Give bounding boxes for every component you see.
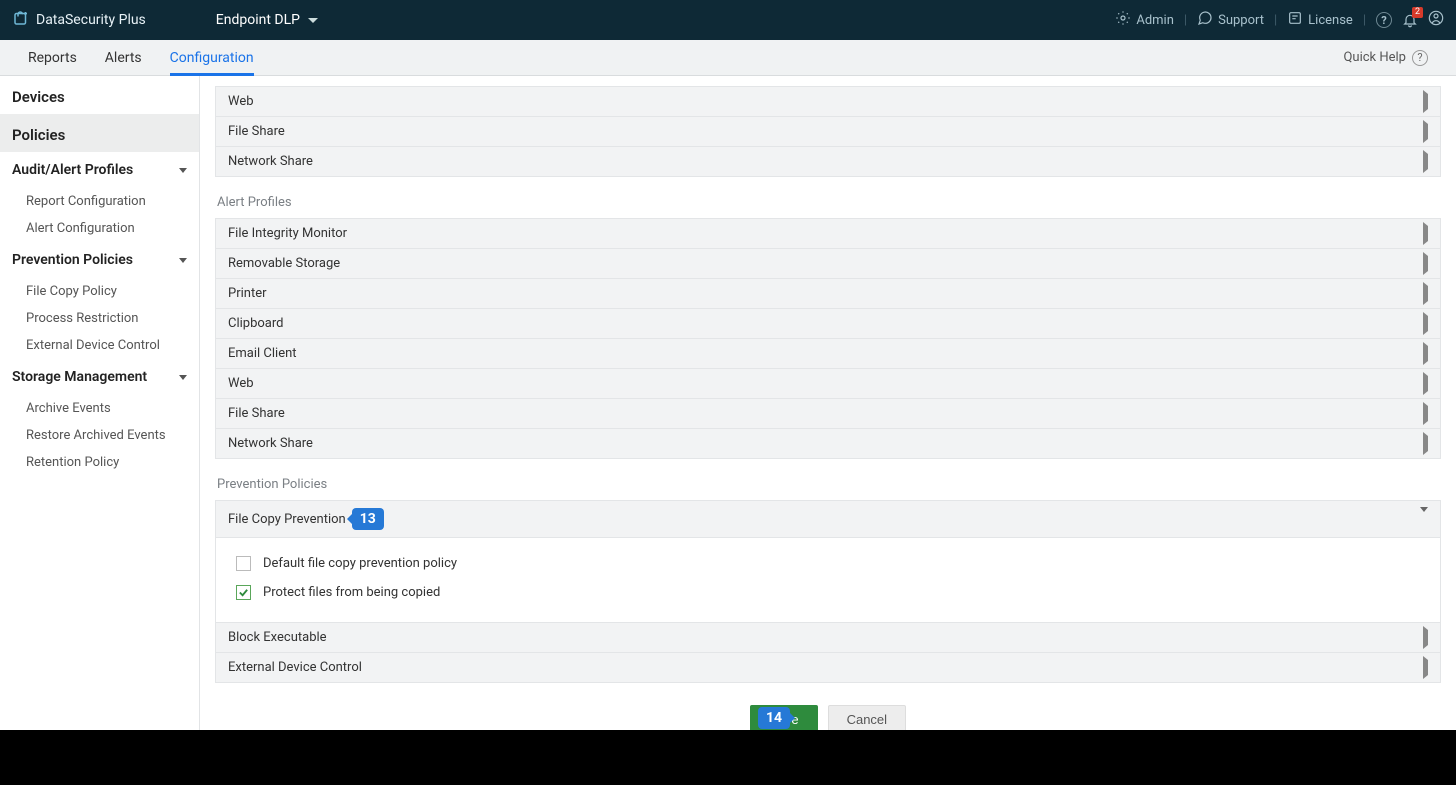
footer-strip [0, 730, 1456, 785]
checkbox-default-policy[interactable] [236, 556, 251, 571]
cancel-button[interactable]: Cancel [828, 705, 906, 730]
chevron-right-icon [1423, 316, 1428, 331]
separator: | [1274, 13, 1277, 28]
callout-14: 14 [758, 707, 790, 729]
chevron-right-icon [1423, 154, 1428, 169]
support-label: Support [1218, 13, 1264, 28]
separator: | [1184, 13, 1187, 28]
sidebar-item-devices[interactable]: Devices [0, 76, 199, 114]
sidebar-item-retention-policy[interactable]: Retention Policy [0, 449, 199, 476]
chevron-down-icon [179, 258, 187, 263]
acc-row-file-integrity[interactable]: File Integrity Monitor [215, 218, 1441, 249]
separator: | [1363, 13, 1366, 28]
acc-row-clipboard[interactable]: Clipboard [215, 309, 1441, 339]
acc-row-web2[interactable]: Web [215, 369, 1441, 399]
license-icon [1287, 10, 1303, 30]
sidebar-item-policies[interactable]: Policies [0, 114, 199, 152]
topbar-right: Admin | Support | License | ? 2 [1115, 10, 1444, 30]
sidebar-item-process-restriction[interactable]: Process Restriction [0, 305, 199, 332]
sidebar: Devices Policies Audit/Alert Profiles Re… [0, 76, 200, 730]
quick-help-link[interactable]: Quick Help ? [1343, 50, 1428, 66]
chevron-down-icon [308, 18, 318, 23]
module-current: Endpoint DLP [216, 12, 300, 28]
checkbox-label: Default file copy prevention policy [263, 556, 457, 571]
file-copy-prevention-body: Default file copy prevention policy Prot… [215, 538, 1441, 623]
checkbox-label: Protect files from being copied [263, 585, 440, 600]
chevron-right-icon [1423, 124, 1428, 139]
chevron-right-icon [1423, 376, 1428, 391]
acc-row-block-executable[interactable]: Block Executable [215, 623, 1441, 653]
sidebar-item-restore-archived[interactable]: Restore Archived Events [0, 422, 199, 449]
acc-group-upper: Web File Share Network Share [215, 86, 1441, 177]
tab-alerts[interactable]: Alerts [105, 40, 142, 76]
license-label: License [1308, 13, 1353, 28]
chevron-right-icon [1423, 346, 1428, 361]
chevron-down-icon [179, 375, 187, 380]
acc-row-removable-storage[interactable]: Removable Storage [215, 249, 1441, 279]
chevron-right-icon [1423, 436, 1428, 451]
brand: DataSecurity Plus [12, 9, 146, 31]
action-bar: 14 Save Cancel [215, 705, 1441, 730]
sidebar-item-alert-configuration[interactable]: Alert Configuration [0, 215, 199, 242]
section-title-prevention-policies: Prevention Policies [217, 477, 1441, 492]
checkbox-protect-files[interactable] [236, 585, 251, 600]
acc-row-file-copy-prevention[interactable]: File Copy Prevention 13 [215, 500, 1441, 538]
help-icon: ? [1412, 50, 1428, 66]
acc-row-printer[interactable]: Printer [215, 279, 1441, 309]
help-icon[interactable]: ? [1376, 12, 1392, 28]
sub-tab-bar: Reports Alerts Configuration Quick Help … [0, 40, 1456, 76]
acc-row-file-share2[interactable]: File Share [215, 399, 1441, 429]
admin-icon [1115, 10, 1131, 30]
callout-13: 13 [352, 508, 384, 530]
main-layout: Devices Policies Audit/Alert Profiles Re… [0, 76, 1456, 730]
module-selector[interactable]: Endpoint DLP [216, 12, 318, 28]
acc-row-web[interactable]: Web [215, 86, 1441, 117]
sidebar-group-prevention[interactable]: Prevention Policies [0, 242, 199, 278]
brand-name: DataSecurity Plus [36, 12, 146, 28]
checkbox-row-default-policy: Default file copy prevention policy [236, 556, 1420, 571]
chevron-right-icon [1423, 286, 1428, 301]
sidebar-item-archive-events[interactable]: Archive Events [0, 395, 199, 422]
content-area: Web File Share Network Share Alert Profi… [200, 76, 1456, 730]
chevron-right-icon [1423, 406, 1428, 421]
brand-logo-icon [12, 9, 30, 31]
acc-row-external-device-control[interactable]: External Device Control [215, 653, 1441, 683]
top-bar: DataSecurity Plus Endpoint DLP Admin | S… [0, 0, 1456, 40]
support-link[interactable]: Support [1197, 10, 1264, 30]
user-avatar-icon[interactable] [1428, 10, 1444, 30]
section-title-alert-profiles: Alert Profiles [217, 195, 1441, 210]
admin-link[interactable]: Admin [1115, 10, 1174, 30]
chevron-right-icon [1423, 226, 1428, 241]
acc-row-file-share[interactable]: File Share [215, 117, 1441, 147]
quick-help-label: Quick Help [1343, 50, 1406, 65]
acc-group-prevention-policies: File Copy Prevention 13 Default file cop… [215, 500, 1441, 683]
admin-label: Admin [1136, 13, 1174, 28]
tab-configuration[interactable]: Configuration [170, 40, 254, 76]
sidebar-item-report-configuration[interactable]: Report Configuration [0, 188, 199, 215]
notification-bell[interactable]: 2 [1402, 12, 1418, 28]
tab-reports[interactable]: Reports [28, 40, 77, 76]
sidebar-item-external-device-control[interactable]: External Device Control [0, 332, 199, 359]
chevron-down-icon [179, 168, 187, 173]
checkbox-row-protect-files: Protect files from being copied [236, 585, 1420, 600]
sidebar-item-file-copy-policy[interactable]: File Copy Policy [0, 278, 199, 305]
acc-row-network-share2[interactable]: Network Share [215, 429, 1441, 459]
license-link[interactable]: License [1287, 10, 1353, 30]
chevron-right-icon [1423, 660, 1428, 675]
chevron-right-icon [1423, 94, 1428, 109]
acc-row-network-share[interactable]: Network Share [215, 147, 1441, 177]
chevron-down-icon [1420, 512, 1428, 527]
sidebar-group-audit-alert[interactable]: Audit/Alert Profiles [0, 152, 199, 188]
acc-group-alert-profiles: File Integrity Monitor Removable Storage… [215, 218, 1441, 459]
acc-row-email-client[interactable]: Email Client [215, 339, 1441, 369]
sidebar-group-storage[interactable]: Storage Management [0, 359, 199, 395]
support-icon [1197, 10, 1213, 30]
chevron-right-icon [1423, 630, 1428, 645]
notification-count: 2 [1412, 7, 1423, 18]
chevron-right-icon [1423, 256, 1428, 271]
